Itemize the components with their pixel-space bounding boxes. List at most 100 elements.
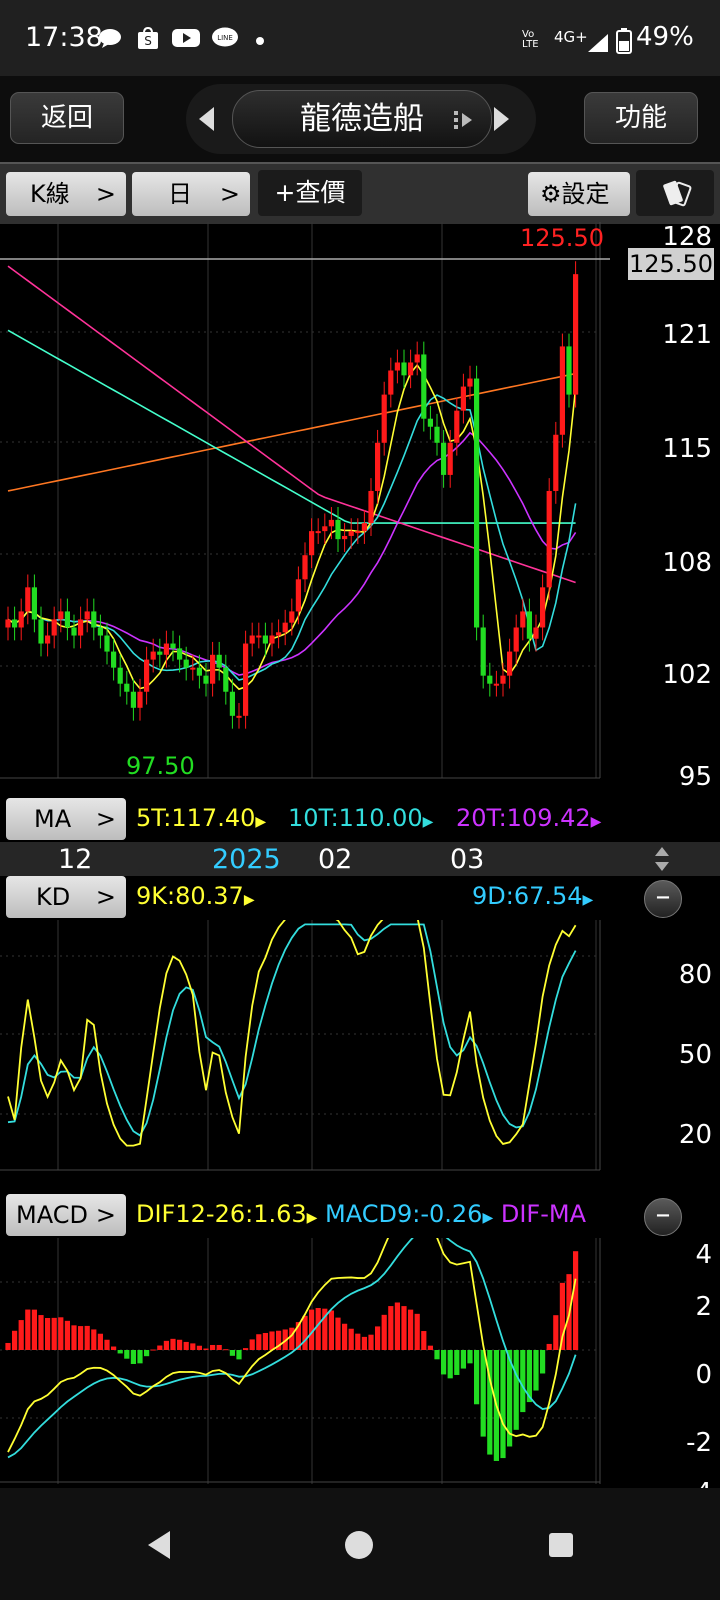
- candle-body: [480, 627, 486, 676]
- macd-histogram-bar: [104, 1339, 110, 1350]
- high-price-label: 125.50: [520, 224, 604, 252]
- candle-body: [71, 627, 77, 636]
- candle-body: [111, 651, 117, 668]
- macd-histogram-bar: [361, 1336, 367, 1350]
- macd-histogram-bar: [454, 1350, 460, 1375]
- resize-handle-icon[interactable]: [654, 846, 670, 872]
- macd-histogram-bar: [18, 1320, 24, 1350]
- candle-body: [170, 643, 176, 649]
- rotate-screen-button[interactable]: [636, 170, 714, 216]
- macd-histogram-bar: [315, 1308, 321, 1350]
- function-button[interactable]: 功能: [584, 92, 698, 144]
- macd-histogram-bar: [216, 1344, 222, 1350]
- candle-body: [526, 611, 532, 639]
- macd-histogram-bar: [223, 1349, 229, 1351]
- kd-tick: 20: [678, 1120, 712, 1150]
- candle-body: [447, 442, 453, 475]
- macd-histogram-bar: [12, 1330, 18, 1350]
- candle-body: [460, 386, 466, 411]
- split-view-icon[interactable]: [454, 109, 474, 131]
- settings-button[interactable]: ⚙設定: [528, 172, 630, 216]
- candle-body: [84, 611, 90, 620]
- candle-body: [31, 587, 37, 620]
- candle-body: [104, 635, 110, 652]
- query-price-button[interactable]: +查價: [258, 170, 362, 216]
- candle-body: [520, 611, 526, 628]
- candle-body: [533, 627, 539, 639]
- candle-body: [408, 362, 414, 376]
- stock-name[interactable]: 龍德造船: [232, 90, 492, 148]
- macd-histogram-bar: [170, 1338, 176, 1350]
- candle-body: [64, 611, 70, 628]
- candle-body: [256, 635, 262, 638]
- candle-body: [388, 370, 394, 395]
- macd-histogram-bar: [183, 1341, 189, 1350]
- candle-body: [546, 490, 552, 588]
- candle-body: [210, 654, 216, 684]
- rotate-icon: [663, 180, 692, 207]
- macd-histogram-bar: [513, 1350, 519, 1430]
- collapse-macd-button[interactable]: –: [644, 1198, 682, 1236]
- macd-chart[interactable]: [0, 1238, 610, 1488]
- candle-body: [177, 648, 183, 660]
- macd-histogram-bar: [381, 1314, 387, 1350]
- candle-body: [328, 519, 334, 527]
- macd-histogram-bar: [78, 1326, 84, 1350]
- macd-histogram-bar: [190, 1343, 196, 1350]
- next-stock-icon[interactable]: [490, 106, 512, 132]
- macd-histogram-bar: [210, 1344, 216, 1350]
- macd-histogram-bar: [163, 1340, 169, 1350]
- dot-icon: [256, 37, 264, 45]
- candle-body: [394, 362, 400, 371]
- macd-histogram-bar: [500, 1350, 506, 1459]
- price-tick: 102: [662, 660, 712, 690]
- candle-body: [289, 611, 295, 623]
- low-price-label: 97.50: [126, 752, 195, 780]
- chevron-right-icon: >: [219, 180, 240, 208]
- price-tick: 95: [678, 762, 712, 792]
- candle-body: [229, 691, 235, 716]
- kd-indicator-button[interactable]: KD >: [6, 876, 126, 918]
- macd-histogram-bar: [203, 1348, 209, 1350]
- macd-histogram-bar: [84, 1325, 90, 1350]
- macd-histogram-bar: [256, 1334, 262, 1350]
- macd-histogram-bar: [447, 1350, 453, 1379]
- network-type: 4G+: [554, 28, 588, 46]
- kline-type-button[interactable]: K線 >: [6, 172, 126, 216]
- candle-body: [190, 667, 196, 670]
- macd-histogram-bar: [401, 1306, 407, 1350]
- chevron-right-icon: >: [95, 1201, 116, 1229]
- macd-histogram-bar: [111, 1346, 117, 1350]
- ma20-value: 20T:109.42▶: [456, 804, 602, 832]
- home-nav-icon[interactable]: [344, 1530, 374, 1560]
- period-button[interactable]: 日 >: [132, 172, 250, 216]
- dif-value: DIF12-26:1.63: [136, 1200, 307, 1228]
- macd-histogram-bar: [342, 1323, 348, 1350]
- macd-histogram-bar: [45, 1318, 51, 1350]
- macd-histogram-bar: [368, 1334, 374, 1350]
- date-axis[interactable]: 12 2025 02 03: [0, 842, 720, 876]
- price-chart[interactable]: [0, 222, 720, 800]
- macd-histogram-bar: [157, 1345, 163, 1350]
- macd-indicator-button[interactable]: MACD >: [6, 1194, 126, 1236]
- collapse-kd-button[interactable]: –: [644, 880, 682, 918]
- candle-body: [25, 587, 31, 612]
- recents-nav-icon[interactable]: [548, 1532, 574, 1558]
- candle-body: [249, 635, 255, 644]
- app-header: 返回 龍德造船 功能: [0, 76, 720, 162]
- ma5-value: 5T:117.40▶: [136, 804, 267, 832]
- candle-body: [507, 651, 513, 676]
- prev-stock-icon[interactable]: [196, 106, 218, 132]
- macd-histogram-bar: [553, 1315, 559, 1350]
- candle-body: [335, 519, 341, 540]
- macd-histogram-bar: [520, 1350, 526, 1413]
- settings-label: 設定: [561, 180, 610, 208]
- kd-chart[interactable]: [0, 920, 610, 1192]
- macd-histogram-bar: [97, 1333, 103, 1350]
- macd-histogram-bar: [573, 1251, 579, 1350]
- back-nav-icon[interactable]: [146, 1530, 172, 1560]
- ma-indicator-button[interactable]: MA >: [6, 798, 126, 840]
- candle-body: [322, 526, 328, 532]
- system-nav-bar: [0, 1488, 720, 1600]
- back-button[interactable]: 返回: [10, 92, 124, 144]
